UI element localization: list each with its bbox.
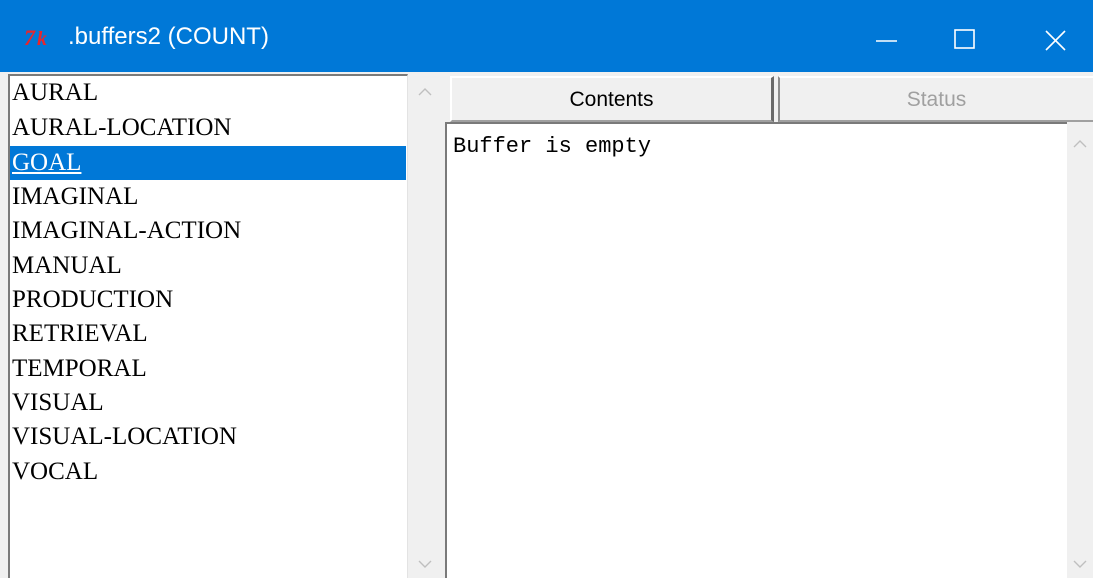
list-item[interactable]: IMAGINAL-ACTION	[10, 214, 406, 248]
svg-text:k: k	[37, 28, 47, 48]
scroll-up-icon[interactable]	[416, 86, 434, 98]
list-item[interactable]: VISUAL	[10, 386, 406, 420]
listbox-scrollbar[interactable]	[408, 74, 442, 578]
tk-feather-icon: 7 k	[24, 26, 47, 48]
tab-contents[interactable]: Contents	[450, 76, 774, 122]
minimize-icon	[876, 40, 897, 42]
list-item[interactable]: MANUAL	[10, 249, 406, 283]
list-item[interactable]: VISUAL-LOCATION	[10, 420, 406, 454]
tab-status[interactable]: Status	[778, 76, 1093, 122]
buffers-window: 7 k .buffers2 (COUNT) AURAL AURAL-LOCATI…	[0, 0, 1093, 578]
scroll-up-icon[interactable]	[1071, 138, 1089, 150]
list-item[interactable]: PRODUCTION	[10, 283, 406, 317]
svg-text:7: 7	[24, 26, 36, 48]
list-item[interactable]: AURAL	[10, 76, 406, 110]
buffer-contents-value: Buffer is empty	[453, 134, 652, 159]
list-item[interactable]: RETRIEVAL	[10, 317, 406, 351]
window-title: .buffers2 (COUNT)	[68, 23, 269, 50]
close-icon	[1045, 30, 1066, 51]
list-item[interactable]: IMAGINAL	[10, 180, 406, 214]
maximize-icon	[954, 29, 975, 49]
list-item[interactable]: AURAL-LOCATION	[10, 111, 406, 145]
minimize-button[interactable]	[848, 0, 926, 72]
list-item-selected[interactable]: GOAL	[10, 146, 406, 180]
maximize-button[interactable]	[926, 0, 1004, 72]
list-item[interactable]: TEMPORAL	[10, 352, 406, 386]
buffer-listbox[interactable]: AURAL AURAL-LOCATION GOAL IMAGINAL IMAGI…	[8, 74, 408, 578]
scroll-down-icon[interactable]	[1071, 558, 1089, 570]
list-item[interactable]: VOCAL	[10, 455, 406, 489]
title-bar[interactable]: 7 k .buffers2 (COUNT)	[0, 0, 1093, 72]
scroll-down-icon[interactable]	[416, 558, 434, 570]
close-button[interactable]	[1015, 0, 1093, 72]
buffer-contents-text[interactable]: Buffer is empty	[445, 122, 1067, 578]
contents-scrollbar[interactable]	[1067, 122, 1093, 578]
